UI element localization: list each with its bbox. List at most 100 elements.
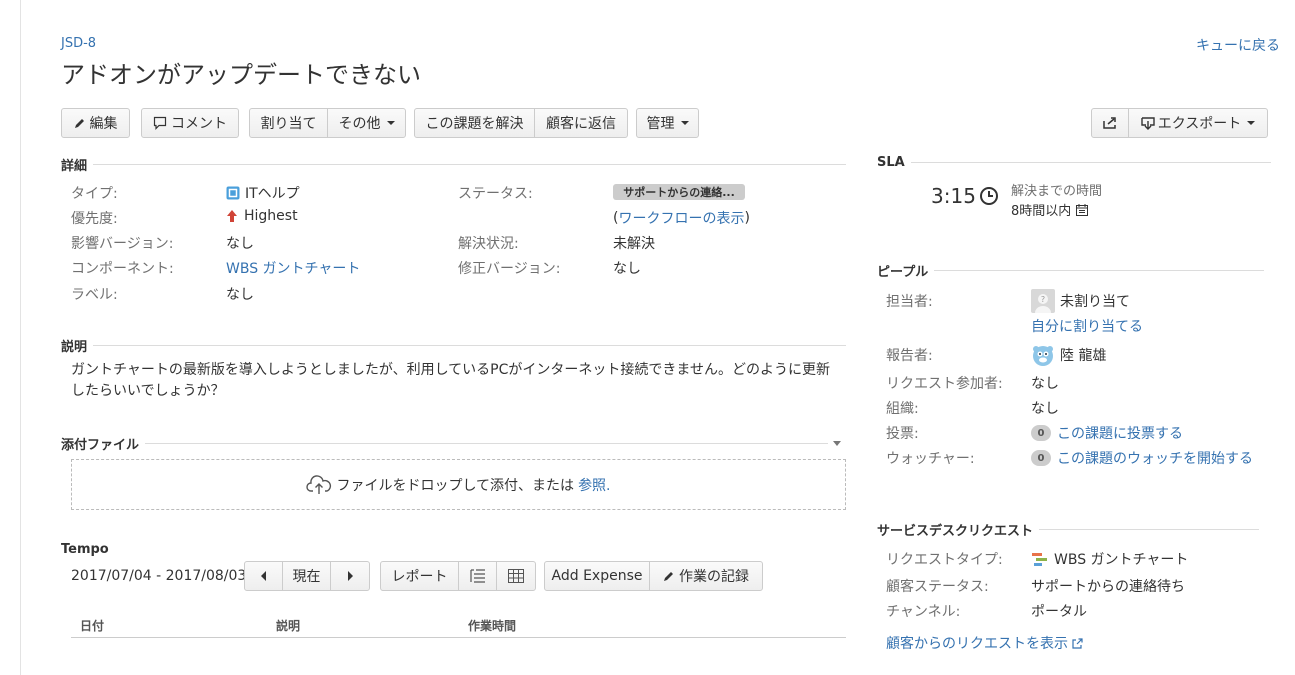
priority-label: 優先度: [71, 211, 118, 227]
back-to-queue-link[interactable]: キューに戻る [1196, 35, 1280, 55]
column-header-hours[interactable]: 作業時間 [468, 617, 516, 634]
labels-label: ラベル: [71, 287, 118, 303]
workflow-link-wrap: (ワークフローの表示) [613, 208, 750, 228]
tempo-table-divider [71, 637, 846, 638]
more-dropdown[interactable]: その他 [328, 109, 405, 137]
request-type-label: リクエストタイプ: [886, 552, 1003, 568]
view-customer-request-text: 顧客からのリクエストを表示 [886, 636, 1068, 652]
component-link[interactable]: WBS ガントチャート [226, 258, 360, 278]
assign-button[interactable]: 割り当て [250, 109, 328, 137]
tempo-action-group: Add Expense 作業の記録 [544, 561, 763, 591]
reporter-avatar [1033, 346, 1053, 366]
type-text: ITヘルプ [245, 186, 300, 202]
watch-link[interactable]: この課題のウォッチを開始する [1057, 448, 1253, 468]
previous-period-button[interactable] [245, 562, 283, 590]
issue-title: アドオンがアップデートできない [61, 61, 421, 89]
component-label: コンポーネント: [71, 261, 174, 277]
labels-value: なし [226, 287, 254, 303]
service-desk-heading: サービスデスクリクエスト [877, 520, 1260, 539]
pencil-icon [664, 572, 673, 581]
type-label: タイプ: [71, 186, 118, 202]
chevron-down-icon [680, 121, 689, 125]
chevron-down-icon [386, 121, 395, 125]
vote-link[interactable]: この課題に投票する [1057, 423, 1183, 443]
log-work-button[interactable]: 作業の記録 [650, 562, 762, 590]
tempo-heading: Tempo [61, 542, 109, 557]
status-label: ステータス: [458, 186, 533, 202]
file-dropzone[interactable]: ファイルをドロップして添付、または 参照. [71, 459, 846, 510]
calendar-icon [1076, 203, 1089, 216]
chevron-down-icon[interactable] [833, 441, 841, 447]
reply-customer-button[interactable]: 顧客に返信 [535, 109, 627, 137]
fix-version-value: なし [613, 261, 641, 277]
votes-count-badge: 0 [1031, 425, 1051, 441]
assignee-value: ? 未割り当て [1031, 289, 1130, 313]
resolution-value: 未解決 [613, 236, 655, 252]
resolve-button[interactable]: この課題を解決 [415, 109, 535, 137]
comment-button[interactable]: コメント [141, 108, 239, 138]
column-header-date[interactable]: 日付 [80, 617, 104, 634]
chevron-left-icon [260, 571, 266, 581]
reporter-value[interactable]: 陸 龍雄 [1031, 343, 1106, 367]
people-heading-text: ピープル [877, 265, 929, 280]
browse-link[interactable]: 参照. [578, 475, 610, 495]
view-workflow-link[interactable]: ワークフローの表示 [618, 208, 744, 228]
column-header-description[interactable]: 説明 [276, 617, 300, 634]
share-button[interactable] [1092, 109, 1129, 137]
reporter-label: 報告者: [886, 348, 933, 364]
share-icon [1103, 117, 1116, 129]
sla-heading-text: SLA [877, 155, 905, 170]
chevron-right-icon [348, 571, 353, 581]
grid-view-button[interactable] [497, 562, 535, 590]
chevron-down-icon [1247, 121, 1256, 125]
svg-text:?: ? [1041, 295, 1045, 304]
tempo-view-group: レポート [380, 561, 536, 591]
type-value: ITヘルプ [226, 183, 300, 203]
description-heading: 説明 [61, 336, 847, 355]
left-border [20, 0, 21, 675]
add-expense-button[interactable]: Add Expense [545, 562, 650, 590]
sla-goal: 8時間以内 [1011, 200, 1089, 219]
download-icon [1141, 117, 1155, 130]
organization-label: 組織: [886, 401, 919, 417]
request-type-value: WBS ガントチャート [1031, 549, 1188, 569]
people-heading: ピープル [877, 261, 1265, 280]
export-label: エクスポート [1157, 116, 1242, 132]
priority-value: Highest [226, 208, 298, 224]
export-dropdown[interactable]: エクスポート [1129, 109, 1267, 137]
details-heading: 詳細 [61, 155, 847, 174]
resolution-label: 解決状況: [458, 236, 519, 252]
sla-goal-text: 8時間以内 [1011, 204, 1072, 219]
workflow-group: この課題を解決 顧客に返信 [414, 108, 628, 138]
tempo-heading-text: Tempo [61, 542, 109, 557]
status-badge: サポートからの連絡... [613, 184, 745, 200]
assign-to-me-link[interactable]: 自分に割り当てる [1031, 316, 1143, 336]
sla-remaining-time: 3:15 [931, 184, 976, 208]
attachments-heading: 添付ファイル [61, 434, 829, 453]
watchers-value: 0 この課題のウォッチを開始する [1031, 448, 1253, 468]
admin-dropdown[interactable]: 管理 [636, 108, 699, 138]
description-text: ガントチャートの最新版を導入しようとしましたが、利用しているPCがインターネット… [71, 362, 830, 399]
assignee-label: 担当者: [886, 294, 933, 310]
next-period-button[interactable] [331, 562, 369, 590]
service-desk-heading-text: サービスデスクリクエスト [877, 524, 1034, 539]
votes-label: 投票: [886, 426, 919, 442]
priority-text: Highest [244, 208, 298, 224]
report-button[interactable]: レポート [381, 562, 459, 590]
view-customer-request-link[interactable]: 顧客からのリクエストを表示 [886, 633, 1083, 653]
current-period-button[interactable]: 現在 [283, 562, 331, 590]
edit-label: 編集 [89, 116, 118, 132]
watchers-count-badge: 0 [1031, 450, 1051, 466]
affects-version-label: 影響バージョン: [71, 236, 174, 252]
issue-key-link[interactable]: JSD-8 [61, 36, 96, 51]
admin-label: 管理 [646, 116, 675, 132]
assignee-text: 未割り当て [1060, 294, 1130, 310]
external-link-icon [1072, 637, 1083, 649]
list-view-button[interactable] [459, 562, 497, 590]
comment-icon [153, 116, 167, 130]
participants-value: なし [1031, 376, 1059, 392]
edit-button[interactable]: 編集 [61, 108, 130, 138]
affects-version-value: なし [226, 236, 254, 252]
log-work-label: 作業の記録 [679, 569, 749, 585]
channel-label: チャンネル: [886, 604, 961, 620]
